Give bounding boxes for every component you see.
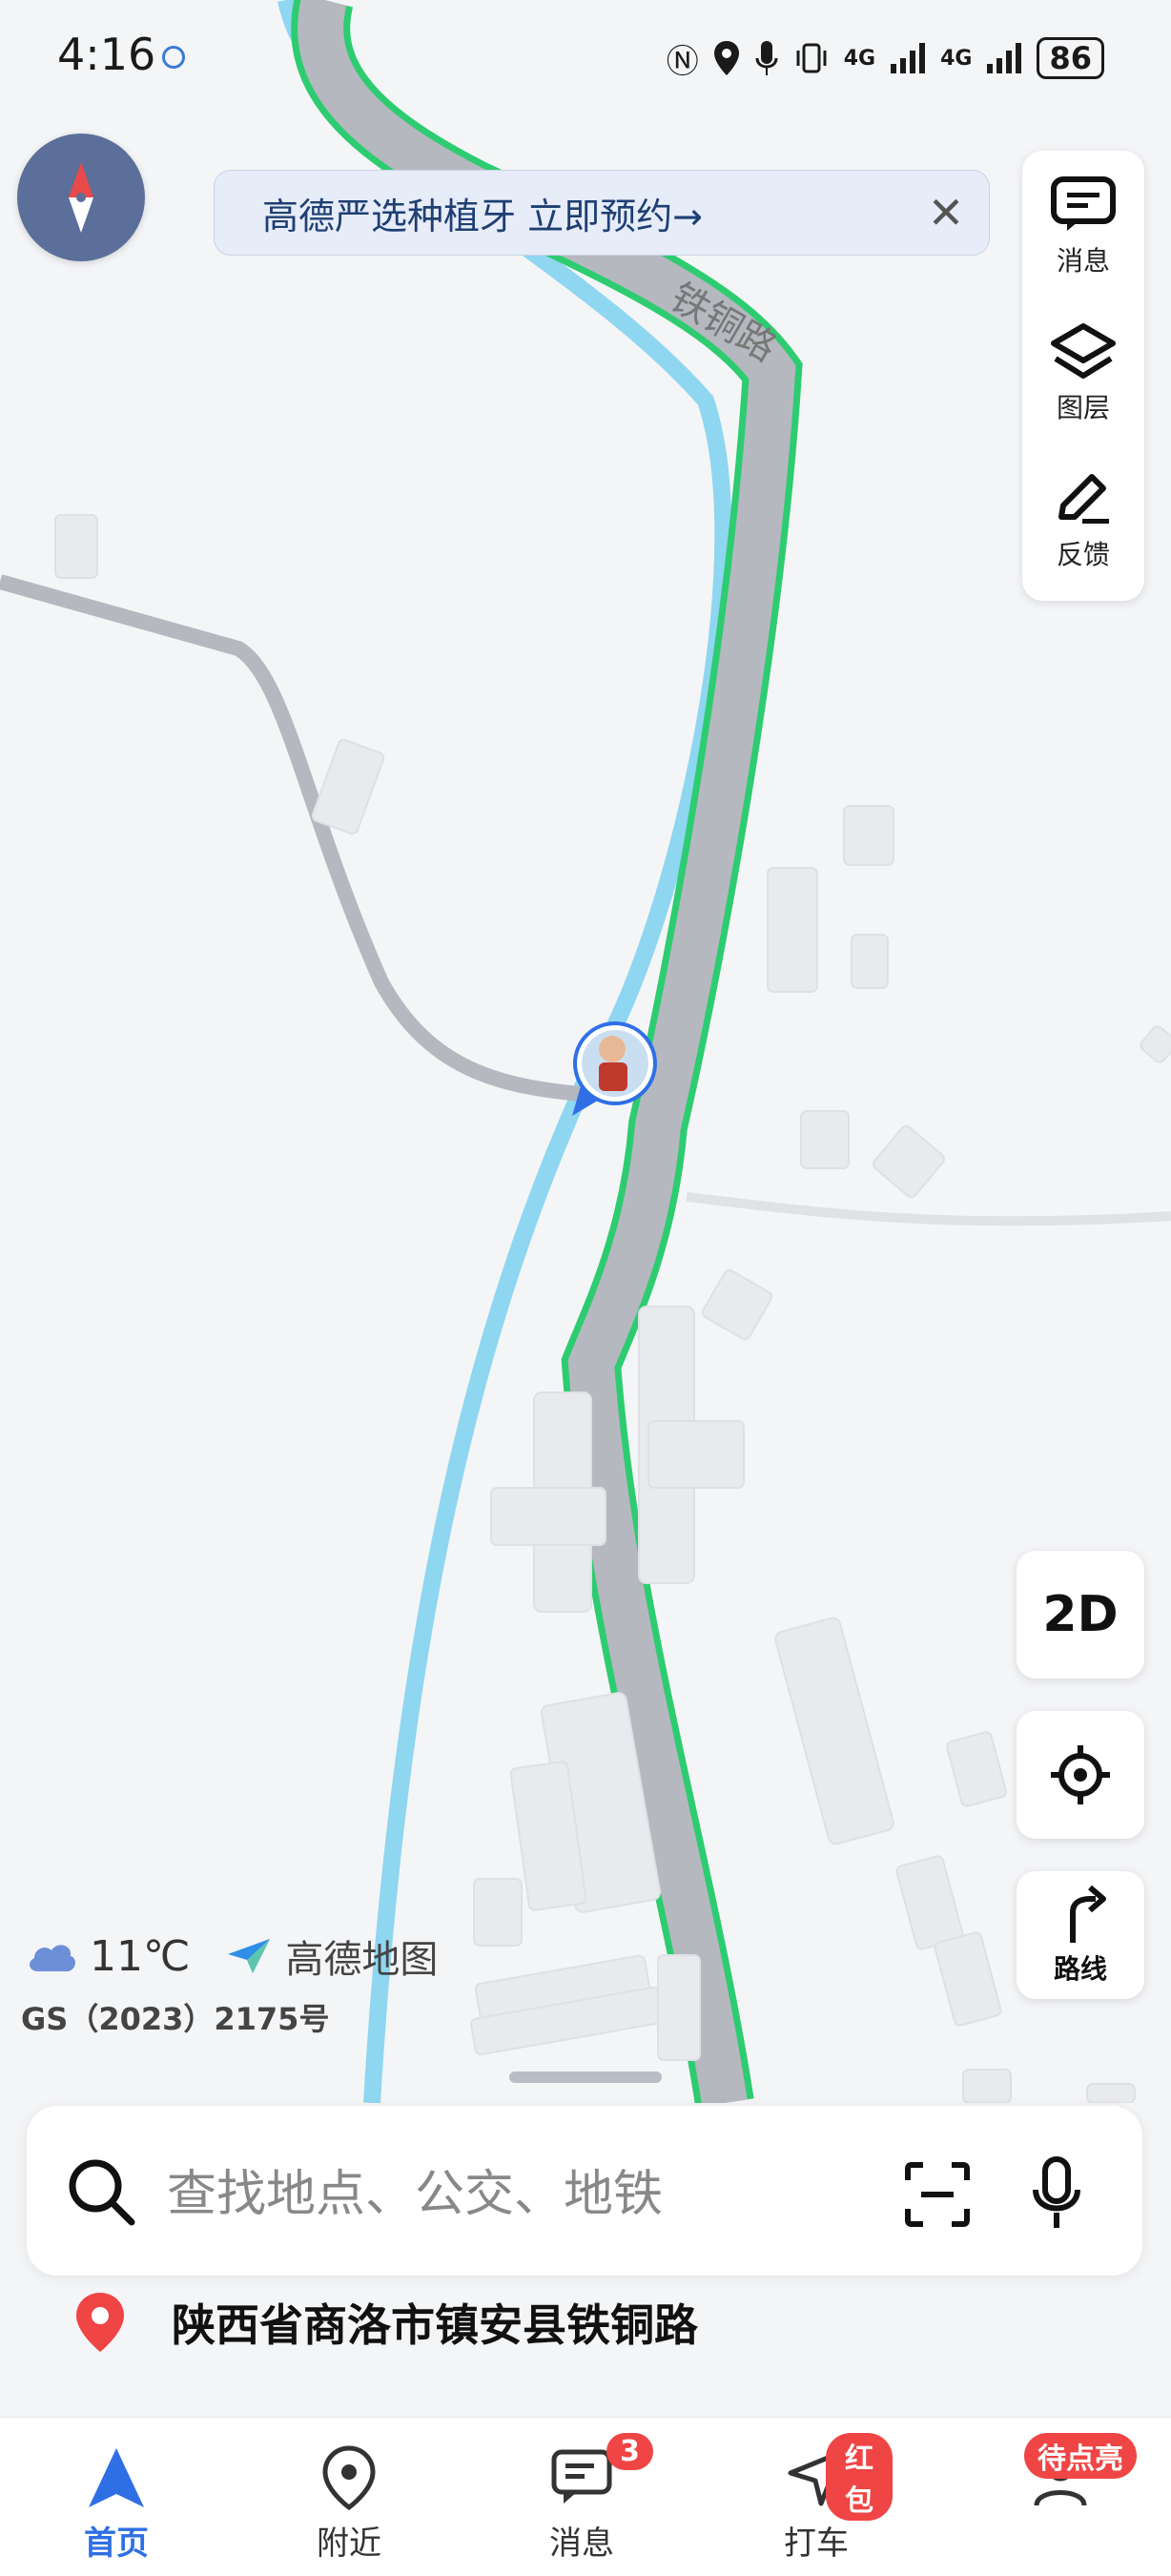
messages-tool-label: 消息 <box>1056 245 1110 277</box>
locate-me-button[interactable] <box>1017 1711 1144 1839</box>
home-nav-icon <box>89 2448 144 2507</box>
current-location-row[interactable]: 陕西省商洛市镇安县铁铜路 <box>67 2289 698 2356</box>
messages-nav-icon <box>551 2449 612 2504</box>
vibrate-icon <box>796 43 827 73</box>
signal-bars-icon <box>891 43 926 73</box>
amap-brand: 高德地图 <box>285 1938 439 1982</box>
signal-4g-2: 4G <box>940 46 973 71</box>
light-up-badge: 待点亮 <box>1024 2433 1137 2479</box>
temperature: 11℃ <box>90 1931 191 1981</box>
search-input[interactable]: 查找地点、公交、地铁 <box>167 2154 663 2225</box>
message-icon <box>1051 176 1116 231</box>
edit-icon <box>1058 474 1109 524</box>
amap-logo-icon <box>228 1939 271 1973</box>
tab-messages[interactable]: 消息 3 <box>505 2433 658 2564</box>
feedback-tool-label: 反馈 <box>1056 539 1110 570</box>
app-indicator-icon <box>162 46 185 69</box>
route-label: 路线 <box>1053 1953 1107 1985</box>
promo-banner[interactable]: 高德严选种植牙 立即预约→ ✕ <box>214 170 990 256</box>
tab-home[interactable]: 首页 <box>40 2444 193 2564</box>
red-packet-badge: 红包 <box>826 2433 893 2521</box>
route-arrow-icon <box>1070 1885 1106 1943</box>
status-time: 4:16 <box>57 29 156 80</box>
tab-profile[interactable]: 待点亮 <box>984 2433 1137 2517</box>
banner-text[interactable]: 高德严选种植牙 立即预约→ <box>262 187 903 239</box>
tab-messages-label: 消息 <box>549 2524 614 2563</box>
compass-button[interactable] <box>17 134 145 261</box>
nfc-icon: Ⓝ <box>666 42 699 81</box>
map-license: GS（2023）2175号 <box>21 2001 330 2037</box>
tab-nearby-label: 附近 <box>317 2524 381 2563</box>
locate-icon <box>1051 1745 1110 1804</box>
weather-widget[interactable]: 11℃ 高德地图 <box>25 1928 438 1984</box>
bottom-tab-bar: 首页 附近 消息 3 打车 红包 待点亮 <box>0 2417 1171 2576</box>
layers-icon <box>1051 323 1116 379</box>
tab-taxi-label: 打车 <box>784 2524 849 2563</box>
view-mode-label: 2D <box>1042 1586 1119 1643</box>
tab-home-label: 首页 <box>84 2524 149 2563</box>
scan-icon[interactable] <box>904 2161 971 2228</box>
current-address: 陕西省商洛市镇安县铁铜路 <box>172 2299 698 2351</box>
signal-4g-1: 4G <box>843 46 876 71</box>
signal-bars-icon-2 <box>987 43 1022 73</box>
tab-nearby[interactable]: 附近 <box>273 2444 425 2564</box>
cloud-icon <box>30 1945 75 1971</box>
status-icons: Ⓝ 4G 4G 86 <box>667 32 1104 84</box>
layers-tool-button[interactable]: 图层 <box>1022 322 1144 425</box>
messages-count-badge: 3 <box>606 2433 653 2470</box>
map-tools-panel: 消息 图层 反馈 <box>1022 151 1144 601</box>
route-button[interactable]: 路线 <box>1017 1871 1144 1999</box>
nearby-icon <box>322 2445 376 2511</box>
feedback-tool-button[interactable]: 反馈 <box>1022 469 1144 572</box>
messages-tool-button[interactable]: 消息 <box>1022 175 1144 278</box>
map-canvas[interactable]: 铁铜路 <box>0 0 1171 2103</box>
mic-status-icon <box>755 41 778 75</box>
voice-search-icon[interactable] <box>1028 2155 1085 2232</box>
battery-level: 86 <box>1037 37 1104 79</box>
layers-tool-label: 图层 <box>1056 392 1110 423</box>
location-icon <box>713 41 739 75</box>
location-pin-icon <box>76 2293 124 2352</box>
search-icon <box>69 2159 135 2226</box>
compass-icon <box>69 162 93 233</box>
tab-taxi[interactable]: 打车 红包 <box>740 2433 893 2564</box>
banner-close-button[interactable]: ✕ <box>903 187 989 238</box>
sheet-drag-handle[interactable] <box>509 2071 662 2083</box>
view-mode-2d-button[interactable]: 2D <box>1017 1551 1144 1679</box>
